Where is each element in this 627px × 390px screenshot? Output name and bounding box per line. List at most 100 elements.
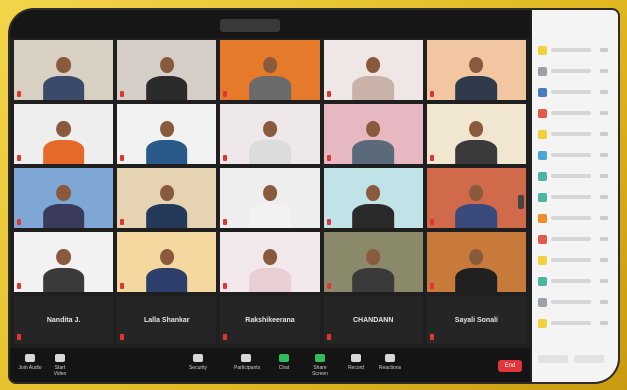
participant-list-item[interactable] <box>538 107 614 121</box>
participant-video-tile[interactable] <box>117 104 217 164</box>
participant-video-tile[interactable] <box>117 232 217 292</box>
participant-name: Sayali Sonali <box>454 316 498 324</box>
participant-body <box>352 203 395 228</box>
participant-head <box>366 56 381 73</box>
participant-list-name <box>551 258 591 262</box>
mic-status-icon <box>600 279 608 283</box>
chat-icon <box>279 354 289 362</box>
participants-button[interactable]: Participants <box>234 354 260 371</box>
os-taskbar <box>10 382 618 384</box>
participant-list-item[interactable] <box>538 296 614 310</box>
participant-body <box>249 267 291 292</box>
participant-body <box>249 203 291 228</box>
participant-figure <box>249 53 291 100</box>
participant-video-tile[interactable] <box>426 232 526 292</box>
participant-video-tile[interactable] <box>323 40 423 100</box>
start-video-button[interactable]: Start Video <box>48 354 72 377</box>
participant-list-item[interactable] <box>538 44 614 58</box>
participant-list-item[interactable] <box>538 128 614 142</box>
security-button[interactable]: Security <box>186 354 210 371</box>
participant-video-tile[interactable] <box>14 40 114 100</box>
mic-muted-icon <box>17 91 21 97</box>
participant-body <box>42 75 85 100</box>
participant-name-tile[interactable]: Nandita J. <box>14 296 114 344</box>
participant-body <box>249 139 291 164</box>
participant-name: Nandita J. <box>46 316 81 324</box>
audio-icon <box>25 354 35 362</box>
participant-name-tile[interactable]: CHANDANN <box>323 296 423 344</box>
participant-video-tile[interactable] <box>323 168 423 228</box>
mute-all-button[interactable] <box>574 355 604 363</box>
participant-list-item[interactable] <box>538 212 614 226</box>
participant-body <box>352 267 395 292</box>
mic-status-icon <box>600 132 608 136</box>
mic-status-icon <box>600 258 608 262</box>
participant-video-tile[interactable] <box>14 232 114 292</box>
avatar <box>538 319 547 328</box>
participant-name-tile[interactable]: Sayali Sonali <box>426 296 526 344</box>
participant-figure <box>352 181 395 228</box>
avatar <box>538 256 547 265</box>
participant-list-item[interactable] <box>538 86 614 100</box>
participant-video-tile[interactable] <box>220 168 320 228</box>
join-audio-button[interactable]: Join Audio <box>18 354 42 371</box>
mic-muted-icon <box>120 283 125 289</box>
participant-list-item[interactable] <box>538 254 614 268</box>
participant-head <box>469 120 484 137</box>
participant-head <box>262 56 278 73</box>
participant-list-name <box>551 48 591 52</box>
view-toggle[interactable] <box>220 19 280 32</box>
participant-body <box>455 75 498 100</box>
participant-name-tile[interactable]: Lalla Shankar <box>117 296 217 344</box>
panel-toggle-handle[interactable] <box>518 195 524 209</box>
participant-list-item[interactable] <box>538 317 614 331</box>
record-button[interactable]: Record <box>344 354 368 371</box>
participant-list-item[interactable] <box>538 149 614 163</box>
mic-muted-icon <box>120 155 125 161</box>
participant-video-tile[interactable] <box>117 40 217 100</box>
participant-video-tile[interactable] <box>323 232 423 292</box>
participant-list-name <box>551 153 591 157</box>
participant-video-tile[interactable] <box>220 232 320 292</box>
participant-video-tile[interactable] <box>220 104 320 164</box>
end-meeting-button[interactable]: End <box>498 360 522 372</box>
mic-status-icon <box>600 195 608 199</box>
participant-list-item[interactable] <box>538 65 614 79</box>
participant-list-item[interactable] <box>538 170 614 184</box>
participant-name: Lalla Shankar <box>144 316 190 324</box>
participant-body <box>145 267 188 292</box>
participant-video-tile[interactable] <box>426 40 526 100</box>
avatar <box>538 277 547 286</box>
reactions-button[interactable]: Reactions <box>378 354 402 371</box>
participant-video-tile[interactable] <box>426 168 526 228</box>
participant-figure <box>249 117 291 164</box>
participant-video-tile[interactable] <box>323 104 423 164</box>
participant-head <box>469 248 484 265</box>
avatar <box>538 130 547 139</box>
participant-body <box>145 75 188 100</box>
chat-button[interactable]: Chat <box>272 354 296 371</box>
participant-figure <box>145 53 188 100</box>
participant-figure <box>352 53 395 100</box>
mic-muted-icon <box>429 334 434 340</box>
participant-body <box>455 267 498 292</box>
participant-video-tile[interactable] <box>426 104 526 164</box>
participant-head <box>469 56 484 73</box>
mic-muted-icon <box>326 219 331 225</box>
participant-name-tile[interactable]: Rakshikeerana <box>220 296 320 344</box>
invite-button[interactable] <box>538 355 568 363</box>
participant-video-tile[interactable] <box>14 104 114 164</box>
participant-figure <box>145 245 188 292</box>
mic-muted-icon <box>429 219 434 225</box>
avatar <box>538 151 547 160</box>
participant-video-tile[interactable] <box>220 40 320 100</box>
shield-icon <box>193 354 203 362</box>
participant-list-item[interactable] <box>538 275 614 289</box>
participant-list-item[interactable] <box>538 191 614 205</box>
participant-list-item[interactable] <box>538 233 614 247</box>
participant-head <box>262 248 278 265</box>
mic-status-icon <box>600 321 608 325</box>
share-screen-button[interactable]: Share Screen <box>308 354 332 377</box>
participant-video-tile[interactable] <box>14 168 114 228</box>
participant-video-tile[interactable] <box>117 168 217 228</box>
